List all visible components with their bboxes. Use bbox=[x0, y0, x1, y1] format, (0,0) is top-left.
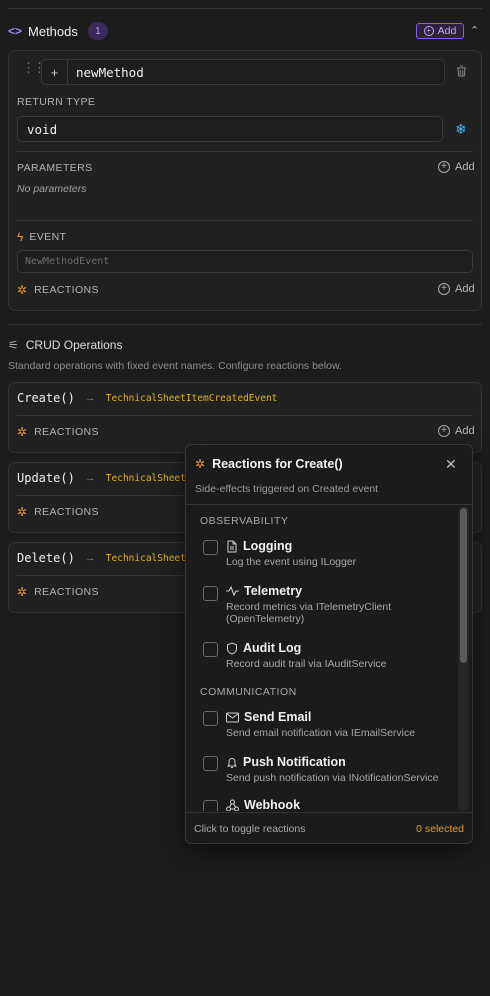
method-name-input[interactable]: newMethod bbox=[76, 65, 144, 80]
section-heading-communication: COMMUNICATION bbox=[200, 686, 297, 698]
reactions-icon: ✲ bbox=[17, 283, 28, 297]
methods-header[interactable]: <> Methods 1 bbox=[8, 22, 108, 40]
return-type-label: RETURN TYPE bbox=[17, 96, 96, 108]
push-notification-checkbox[interactable] bbox=[203, 756, 218, 771]
audit-log-option[interactable]: Audit Log bbox=[226, 641, 301, 655]
telemetry-desc: Record metrics via ITelemetryClient (Ope… bbox=[226, 601, 392, 625]
telemetry-checkbox[interactable] bbox=[203, 586, 218, 601]
event-label-row: ϟ EVENT bbox=[17, 230, 67, 244]
sliders-icon: ⚟ bbox=[8, 338, 19, 352]
code-icon: <> bbox=[8, 24, 23, 38]
event-name-input[interactable]: NewMethodEvent bbox=[17, 250, 473, 273]
lightning-icon: ϟ bbox=[17, 230, 24, 244]
methods-count-badge: 1 bbox=[87, 22, 108, 40]
section-heading-observability: OBSERVABILITY bbox=[200, 515, 289, 527]
logging-desc: Log the event using ILogger bbox=[226, 556, 357, 568]
mail-icon bbox=[226, 712, 239, 722]
push-notification-option[interactable]: Push Notification bbox=[226, 755, 346, 769]
webhook-icon bbox=[226, 799, 239, 811]
webhook-option[interactable]: Webhook bbox=[226, 798, 300, 811]
return-type-input[interactable]: void bbox=[17, 116, 443, 142]
push-notification-desc: Send push notification via INotification… bbox=[226, 772, 439, 784]
parameters-add-button[interactable]: + Add bbox=[438, 161, 475, 173]
parameters-label: PARAMETERS bbox=[17, 162, 93, 174]
crud-delete-row: Delete() → TechnicalSheetIt bbox=[17, 551, 198, 565]
pulse-icon bbox=[226, 585, 239, 597]
chevron-up-icon[interactable]: ⌃ bbox=[470, 24, 479, 37]
scrollbar-thumb[interactable] bbox=[460, 508, 467, 663]
reactions-add-button[interactable]: + Add bbox=[438, 283, 475, 295]
popover-scrollbar[interactable] bbox=[458, 506, 469, 811]
document-icon bbox=[227, 540, 237, 552]
logging-option[interactable]: Logging bbox=[226, 539, 292, 553]
telemetry-option[interactable]: Telemetry bbox=[226, 584, 302, 598]
logging-checkbox[interactable] bbox=[203, 540, 218, 555]
reactions-list[interactable]: OBSERVABILITY Logging Log the event usin… bbox=[186, 505, 472, 811]
arrow-right-icon: → bbox=[84, 472, 96, 484]
method-name-field[interactable]: + newMethod bbox=[41, 59, 445, 85]
audit-log-desc: Record audit trail via IAuditService bbox=[226, 658, 387, 670]
methods-add-button[interactable]: + Add bbox=[416, 23, 464, 39]
reactions-popover: ✲ Reactions for Create() ✕ Side-effects … bbox=[185, 444, 473, 844]
reactions-icon: ✲ bbox=[17, 425, 28, 439]
arrow-right-icon: → bbox=[84, 392, 96, 404]
crud-create-row: Create() → TechnicalSheetItemCreatedEven… bbox=[17, 391, 278, 405]
shield-icon bbox=[227, 641, 237, 655]
popover-subtitle: Side-effects triggered on Created event bbox=[195, 483, 379, 495]
footer-hint: Click to toggle reactions bbox=[194, 823, 306, 835]
crud-create-reactions: ✲ REACTIONS bbox=[17, 425, 99, 439]
selected-count: 0 selected bbox=[416, 823, 464, 835]
plus-circle-icon: + bbox=[438, 161, 450, 173]
crud-description: Standard operations with fixed event nam… bbox=[8, 360, 342, 372]
crud-create-add-button[interactable]: + Add bbox=[438, 425, 475, 437]
snowflake-icon[interactable]: ❄ bbox=[455, 121, 467, 138]
expand-plus-button[interactable]: + bbox=[42, 60, 68, 84]
plus-circle-icon: + bbox=[423, 26, 434, 36]
webhook-checkbox[interactable] bbox=[203, 800, 218, 811]
reactions-icon: ✲ bbox=[17, 505, 28, 519]
close-icon[interactable]: ✕ bbox=[445, 456, 457, 473]
arrow-right-icon: → bbox=[84, 552, 96, 564]
plus-circle-icon: + bbox=[438, 425, 450, 437]
trash-icon[interactable] bbox=[455, 64, 468, 83]
crud-update-reactions: ✲ REACTIONS bbox=[17, 505, 99, 519]
reactions-icon: ✲ bbox=[17, 585, 28, 599]
send-email-desc: Send email notification via IEmailServic… bbox=[226, 727, 416, 739]
reactions-icon: ✲ bbox=[195, 457, 206, 471]
send-email-checkbox[interactable] bbox=[203, 711, 218, 726]
plus-circle-icon: + bbox=[438, 283, 450, 295]
methods-title: Methods bbox=[28, 23, 78, 39]
crud-update-row: Update() → TechnicalSheetIt bbox=[17, 471, 198, 485]
crud-header: ⚟ CRUD Operations bbox=[8, 338, 123, 352]
crud-delete-reactions: ✲ REACTIONS bbox=[17, 585, 99, 599]
reactions-label-row: ✲ REACTIONS bbox=[17, 283, 99, 297]
bell-icon bbox=[226, 757, 238, 768]
popover-header: ✲ Reactions for Create() bbox=[195, 457, 343, 471]
audit-log-checkbox[interactable] bbox=[203, 642, 218, 657]
send-email-option[interactable]: Send Email bbox=[226, 710, 311, 724]
no-parameters-text: No parameters bbox=[17, 183, 87, 195]
